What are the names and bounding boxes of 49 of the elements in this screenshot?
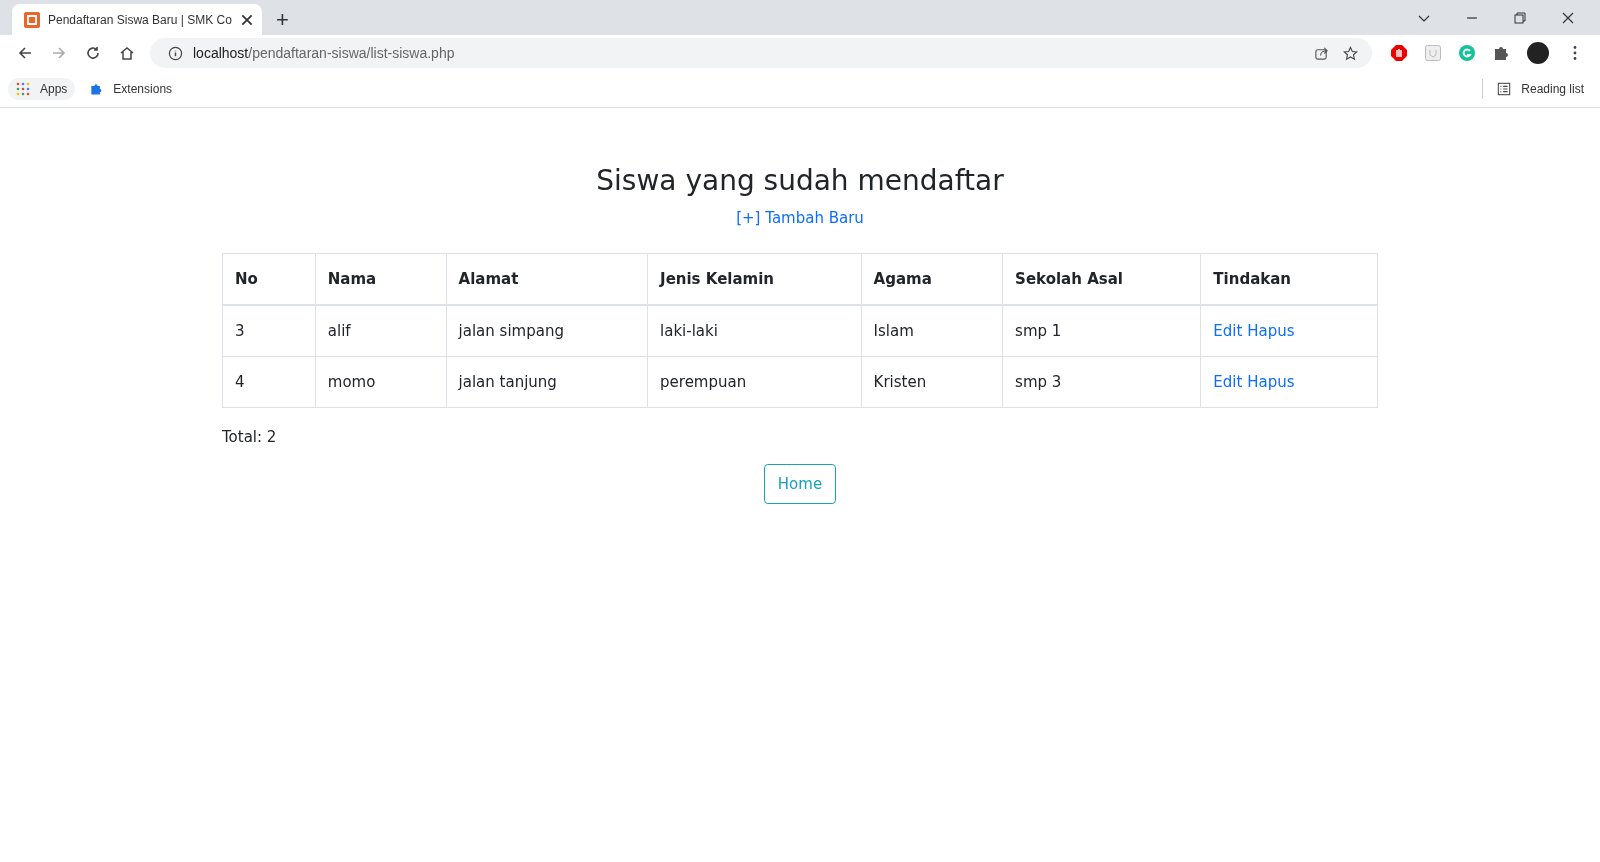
edit-link[interactable]: Edit xyxy=(1213,373,1243,391)
table-cell: jalan tanjung xyxy=(446,356,648,408)
extensions-bookmark[interactable]: Extensions xyxy=(81,78,181,100)
puzzle-icon[interactable] xyxy=(1492,44,1510,62)
close-icon[interactable] xyxy=(1561,11,1575,25)
list-icon xyxy=(1497,82,1512,96)
back-arrow-icon[interactable] xyxy=(17,45,33,61)
table-cell: smp 1 xyxy=(1002,305,1201,357)
column-header: Tindakan xyxy=(1200,253,1378,305)
table-cell: 4 xyxy=(222,356,316,408)
apps-bookmark[interactable]: Apps xyxy=(8,78,76,100)
restore-icon[interactable] xyxy=(1513,11,1527,25)
table-cell: jalan simpang xyxy=(446,305,648,357)
delete-link[interactable]: Hapus xyxy=(1247,322,1295,340)
grid-icon xyxy=(16,82,30,96)
column-header: Nama xyxy=(315,253,447,305)
table-cell: smp 3 xyxy=(1002,356,1201,408)
table-cell: perempuan xyxy=(647,356,862,408)
browser-tab[interactable]: Pendaftaran Siswa Baru | SMK Co xyxy=(12,4,262,35)
star-icon[interactable] xyxy=(1343,45,1358,61)
reload-icon[interactable] xyxy=(85,45,101,61)
add-new-link[interactable]: [+] Tambah Baru xyxy=(736,209,864,227)
url-text: localhost/pendaftaran-siswa/list-siswa.php xyxy=(193,45,455,61)
column-header: Jenis Kelamin xyxy=(647,253,862,305)
address-bar[interactable]: localhost/pendaftaran-siswa/list-siswa.php xyxy=(150,38,1372,68)
new-tab-button[interactable]: + xyxy=(276,9,289,31)
delete-link[interactable]: Hapus xyxy=(1247,373,1295,391)
puzzle-icon xyxy=(89,82,104,96)
reading-list-button[interactable]: Reading list xyxy=(1489,78,1592,100)
close-icon[interactable] xyxy=(239,12,254,27)
avatar[interactable] xyxy=(1526,41,1550,65)
edit-link[interactable]: Edit xyxy=(1213,322,1243,340)
table-cell: momo xyxy=(315,356,447,408)
table-cell: alif xyxy=(315,305,447,357)
tab-title: Pendaftaran Siswa Baru | SMK Co xyxy=(48,12,232,27)
total-count: Total: 2 xyxy=(222,428,277,446)
column-header: Sekolah Asal xyxy=(1002,253,1201,305)
home-icon[interactable] xyxy=(119,45,135,61)
column-header: Alamat xyxy=(446,253,648,305)
page-title: Siswa yang sudah mendaftar xyxy=(596,164,1004,197)
table-cell: laki-laki xyxy=(647,305,862,357)
table-cell: Islam xyxy=(861,305,1003,357)
column-header: No xyxy=(222,253,316,305)
info-icon xyxy=(168,45,183,61)
logo-icon xyxy=(24,11,40,28)
share-icon[interactable] xyxy=(1314,45,1329,61)
table-cell: 3 xyxy=(222,305,316,357)
column-header: Agama xyxy=(861,253,1003,305)
table-cell: Kristen xyxy=(861,356,1003,408)
